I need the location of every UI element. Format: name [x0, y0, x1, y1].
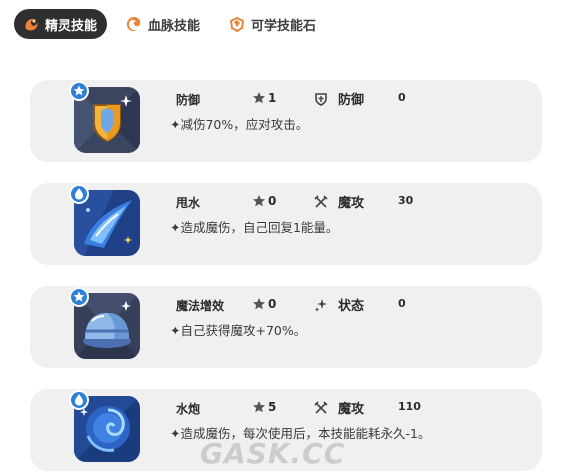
skill-cost: 0	[252, 194, 276, 208]
skill-cost: 1	[252, 91, 276, 105]
star-icon	[253, 401, 265, 413]
skill-type: 魔攻	[314, 398, 364, 417]
tab-bloodline-skills[interactable]: 血脉技能	[117, 9, 210, 39]
skill-name: 水炮	[176, 402, 201, 416]
star-icon	[253, 195, 265, 207]
tab-bloodline-skills-label: 血脉技能	[148, 18, 201, 34]
skill-card[interactable]: 甩水 0 魔攻 30 ✦造成魔伤，自己回复1能量。	[30, 183, 542, 265]
skill-cost-value: 0	[268, 297, 277, 311]
crossed-wands-icon	[314, 194, 328, 208]
skill-power: 110	[398, 400, 421, 413]
skill-type-label: 状态	[338, 299, 365, 314]
tab-skill-stones-label: 可学技能石	[251, 18, 317, 34]
site-watermark: GASK.CC	[200, 437, 346, 470]
skill-type: 状态	[314, 295, 364, 314]
skill-type: 魔攻	[314, 192, 364, 211]
skill-type-label: 防御	[338, 93, 365, 108]
skill-cost-value: 5	[268, 400, 277, 414]
skill-description: ✦自己获得魔攻+70%。	[170, 323, 307, 338]
sparkle-icon	[314, 298, 327, 312]
skill-description: ✦减伤70%，应对攻击。	[170, 117, 309, 132]
skill-card[interactable]: 防御 1 防御 0 ✦减伤70%，应对攻击。	[30, 80, 542, 162]
skill-name: 甩水	[176, 196, 201, 210]
skill-power: 0	[398, 91, 406, 104]
skill-power: 0	[398, 297, 406, 310]
water-drop-badge-icon	[69, 390, 89, 410]
star-icon	[253, 92, 265, 104]
crossed-wands-icon	[314, 400, 328, 414]
tab-spirit-skills[interactable]: 精灵技能	[14, 9, 108, 39]
star-badge-icon	[69, 287, 89, 307]
shield-icon	[315, 92, 327, 106]
skill-power: 30	[398, 194, 414, 207]
skill-cost-value: 1	[268, 91, 277, 105]
spirit-swirl-icon	[25, 18, 38, 31]
tab-spirit-skills-label: 精灵技能	[45, 18, 98, 34]
skill-type: 防御	[314, 89, 364, 108]
skill-description: ✦造成魔伤，自己回复1能量。	[170, 220, 339, 235]
skill-type-label: 魔攻	[338, 402, 365, 417]
star-icon	[253, 298, 265, 310]
skill-cost: 5	[252, 400, 276, 414]
bloodline-swirl-icon	[126, 17, 141, 32]
skill-cost-value: 0	[268, 194, 277, 208]
skill-type-label: 魔攻	[338, 196, 365, 211]
skill-cost: 0	[252, 297, 276, 311]
water-drop-badge-icon	[69, 184, 89, 204]
skill-category-tabs: 精灵技能 血脉技能 可学技能石	[14, 9, 336, 39]
star-badge-icon	[69, 81, 89, 101]
skill-stone-icon	[229, 16, 245, 33]
tab-skill-stones[interactable]: 可学技能石	[220, 9, 326, 39]
skill-card[interactable]: 魔法增效 0 状态 0 ✦自己获得魔攻+70%。	[30, 286, 542, 368]
skill-name: 魔法增效	[176, 299, 225, 313]
skill-name: 防御	[176, 93, 201, 107]
